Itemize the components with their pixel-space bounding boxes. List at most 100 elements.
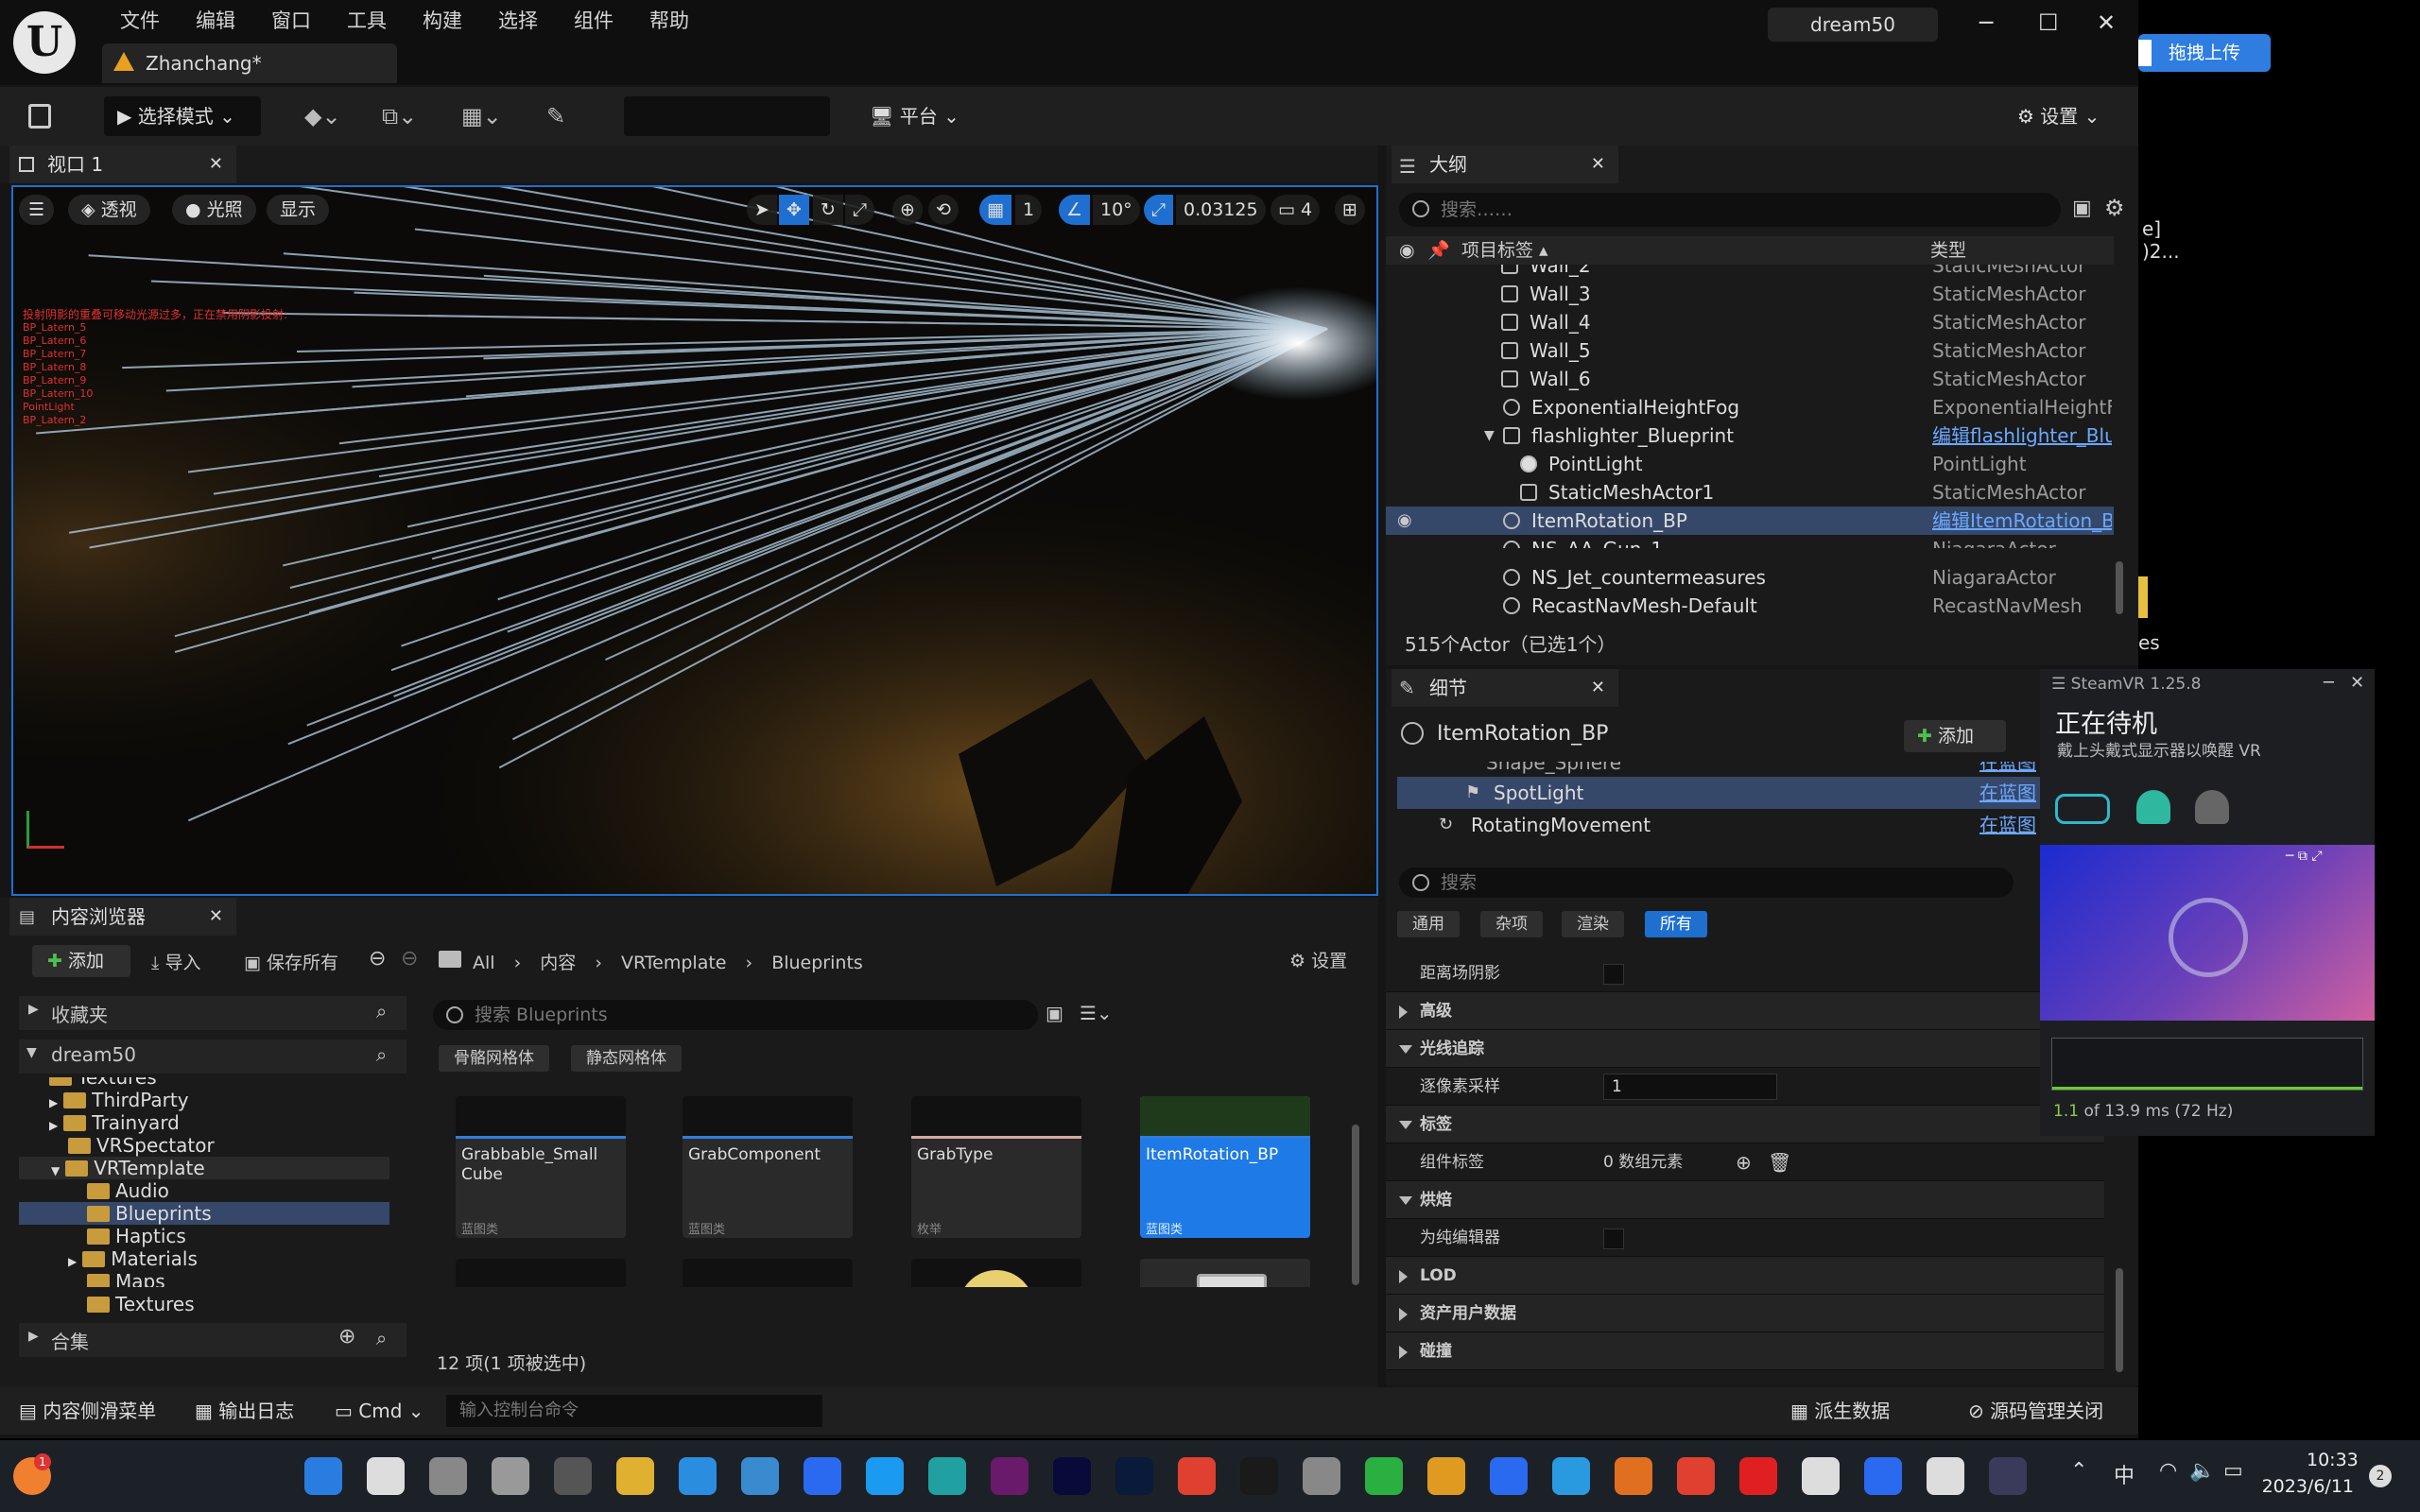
base-station-icon[interactable] xyxy=(2195,790,2229,824)
category-asset-user-data[interactable]: 资产用户数据 xyxy=(1386,1295,2104,1332)
menu-window[interactable]: 窗口 xyxy=(253,8,329,34)
notification-center-badge[interactable]: 2 xyxy=(2369,1465,2392,1487)
project-root-section[interactable]: ▼ dream50 ⌕ xyxy=(19,1040,406,1074)
filter-skeletal-mesh[interactable]: 骨骼网格体 xyxy=(439,1045,549,1072)
adobe-xd-icon[interactable] xyxy=(991,1457,1028,1495)
viewport-tab[interactable]: 视口 1 ✕ xyxy=(9,146,236,183)
close-icon[interactable]: ✕ xyxy=(209,146,223,183)
search-icon[interactable]: ⌕ xyxy=(376,1327,387,1349)
folder-item[interactable]: Maps xyxy=(87,1270,165,1287)
folder-item[interactable]: ▼ VRTemplate xyxy=(19,1157,389,1179)
chrome-icon[interactable] xyxy=(1178,1457,1216,1495)
after-effects-icon[interactable] xyxy=(1053,1457,1091,1495)
component-item-selected[interactable]: ⚑ SpotLight 在蓝图 xyxy=(1397,777,2040,809)
output-log-button[interactable]: ▦ 输出日志 xyxy=(195,1387,294,1435)
select-mode-dropdown[interactable]: ▶ 选择模式 ⌄ xyxy=(104,96,261,136)
pycharm-icon[interactable] xyxy=(1240,1457,1278,1495)
distance-field-shadow-checkbox[interactable] xyxy=(1603,964,1624,985)
filter-rendering[interactable]: 渲染 xyxy=(1562,911,1624,937)
wps-icon[interactable] xyxy=(1802,1457,1840,1495)
blueprints-icon[interactable]: ⧉⌄ xyxy=(382,96,417,136)
derived-data-button[interactable]: ▦ 派生数据 xyxy=(1790,1387,1890,1435)
app-icon[interactable] xyxy=(1864,1457,1902,1495)
viewport-menu-icon[interactable]: ☰ xyxy=(19,195,55,225)
start-menu-icon[interactable] xyxy=(304,1457,342,1495)
menu-select[interactable]: 选择 xyxy=(480,8,556,34)
edge-browser-icon[interactable] xyxy=(866,1457,904,1495)
asset-tile[interactable] xyxy=(456,1259,626,1287)
asset-tile[interactable] xyxy=(683,1259,853,1287)
folder-item[interactable]: Audio xyxy=(87,1179,169,1202)
app-icon[interactable] xyxy=(1615,1457,1652,1495)
folder-item[interactable]: Textures xyxy=(87,1293,195,1315)
breadcrumb-blueprints[interactable]: Blueprints xyxy=(771,953,863,973)
clock-time[interactable]: 10:33 xyxy=(2307,1450,2359,1470)
open-in-blueprint-link[interactable]: 在蓝图 xyxy=(1979,811,2036,839)
world-space-icon[interactable]: ⊕ xyxy=(892,195,923,225)
app-icon[interactable] xyxy=(554,1457,592,1495)
filter-static-mesh[interactable]: 静态网格体 xyxy=(571,1045,682,1072)
surface-snap-icon[interactable]: ⟲ xyxy=(928,195,959,225)
translate-tool-icon[interactable]: ✥ xyxy=(779,195,809,225)
trash-icon[interactable]: 🗑 xyxy=(1768,1143,1791,1181)
drag-upload-button[interactable]: 拖拽上传 xyxy=(2138,34,2271,72)
settings-dropdown[interactable]: ⚙ 设置 ⌄ xyxy=(2017,96,2100,136)
save-all-button[interactable]: ▣ 保存所有 xyxy=(244,949,338,974)
steam-icon[interactable] xyxy=(1927,1457,1964,1495)
blender-icon[interactable] xyxy=(1677,1457,1715,1495)
component-item[interactable]: ↻ RotatingMovement 在蓝图 xyxy=(1386,811,2040,839)
app-icon[interactable] xyxy=(1490,1457,1528,1495)
maximize-button[interactable]: ☐ xyxy=(2038,9,2059,36)
content-settings-button[interactable]: ⚙ 设置 xyxy=(1289,947,1347,972)
app-icon[interactable] xyxy=(804,1457,841,1495)
column-type[interactable]: 类型 xyxy=(1930,236,1966,265)
category-tags[interactable]: 标签 xyxy=(1386,1106,2104,1143)
task-view-icon[interactable] xyxy=(429,1457,467,1495)
category-lod[interactable]: LOD xyxy=(1386,1257,2104,1295)
level-tab[interactable]: Zhanchang* xyxy=(102,43,397,83)
app-icon[interactable] xyxy=(1427,1457,1465,1495)
lighting-button[interactable]: ● 光照 xyxy=(172,195,256,225)
list-item[interactable]: ExponentialHeightFog ExponentialHeightFog xyxy=(1386,393,2114,421)
list-item-selected[interactable]: ◉ ItemRotation_BP 编辑ItemRotation_BP xyxy=(1386,507,2114,535)
open-in-blueprint-link[interactable]: 在蓝图 xyxy=(1979,762,2036,777)
app-icon[interactable] xyxy=(741,1457,779,1495)
close-icon[interactable]: ✕ xyxy=(209,898,223,936)
search-icon[interactable]: ⌕ xyxy=(376,1000,387,1022)
asset-tile[interactable] xyxy=(911,1259,1081,1287)
folder-item[interactable]: ▶ ThirdParty xyxy=(49,1089,189,1111)
list-item[interactable]: RecastNavMesh-Default RecastNavMesh xyxy=(1386,592,2114,620)
platforms-dropdown[interactable]: 🖥 平台 ⌄ xyxy=(870,96,959,136)
scale-snap-value[interactable]: 0.03125 xyxy=(1176,195,1266,225)
app-icon[interactable] xyxy=(1739,1457,1777,1495)
list-item[interactable]: Wall_2 StaticMeshActor xyxy=(1386,265,2114,280)
edit-blueprint-link[interactable]: 编辑ItemRotation_BP xyxy=(1932,507,2112,535)
close-button[interactable]: ✕ xyxy=(2097,9,2116,36)
edit-blueprint-link[interactable]: 编辑flashlighter_Blue xyxy=(1932,421,2112,450)
visibility-icon[interactable]: ◉ xyxy=(1397,507,1412,535)
minimize-button[interactable]: ─ xyxy=(1979,9,1993,36)
filter-all[interactable]: 所有 xyxy=(1645,911,1707,937)
folder-item[interactable]: Haptics xyxy=(87,1225,186,1247)
select-tool-icon[interactable]: ➤ xyxy=(747,195,777,225)
filter-general[interactable]: 通用 xyxy=(1397,911,1460,937)
folder-item[interactable]: ▶ Trainyard xyxy=(49,1111,180,1134)
visibility-icon[interactable]: ◉ xyxy=(1399,236,1415,265)
menu-build[interactable]: 构建 xyxy=(405,8,480,34)
asset-tile[interactable]: GrabComponent 蓝图类 xyxy=(683,1096,853,1238)
breadcrumb-all[interactable]: All xyxy=(473,953,495,973)
list-item[interactable]: NS_Jet_countermeasures NiagaraActor xyxy=(1386,563,2114,592)
open-in-blueprint-link[interactable]: 在蓝图 xyxy=(1979,777,2036,809)
app-icon[interactable] xyxy=(492,1457,529,1495)
angle-snap-value[interactable]: 10° xyxy=(1093,195,1140,225)
add-folder-icon[interactable]: ▣ xyxy=(2072,197,2092,220)
details-tab[interactable]: 细节 ✕ xyxy=(1392,669,1618,707)
search-icon[interactable] xyxy=(367,1457,405,1495)
menu-tools[interactable]: 工具 xyxy=(329,8,405,34)
filter-misc[interactable]: 杂项 xyxy=(1480,911,1543,937)
asset-tile[interactable] xyxy=(1140,1259,1310,1287)
import-button[interactable]: ⤓ 导入 xyxy=(151,949,200,974)
camera-speed-button[interactable]: ▭ 4 xyxy=(1270,195,1321,225)
asset-search-input[interactable]: 搜索 Blueprints xyxy=(433,1000,1038,1030)
category-collision[interactable]: 碰撞 xyxy=(1386,1332,2104,1370)
